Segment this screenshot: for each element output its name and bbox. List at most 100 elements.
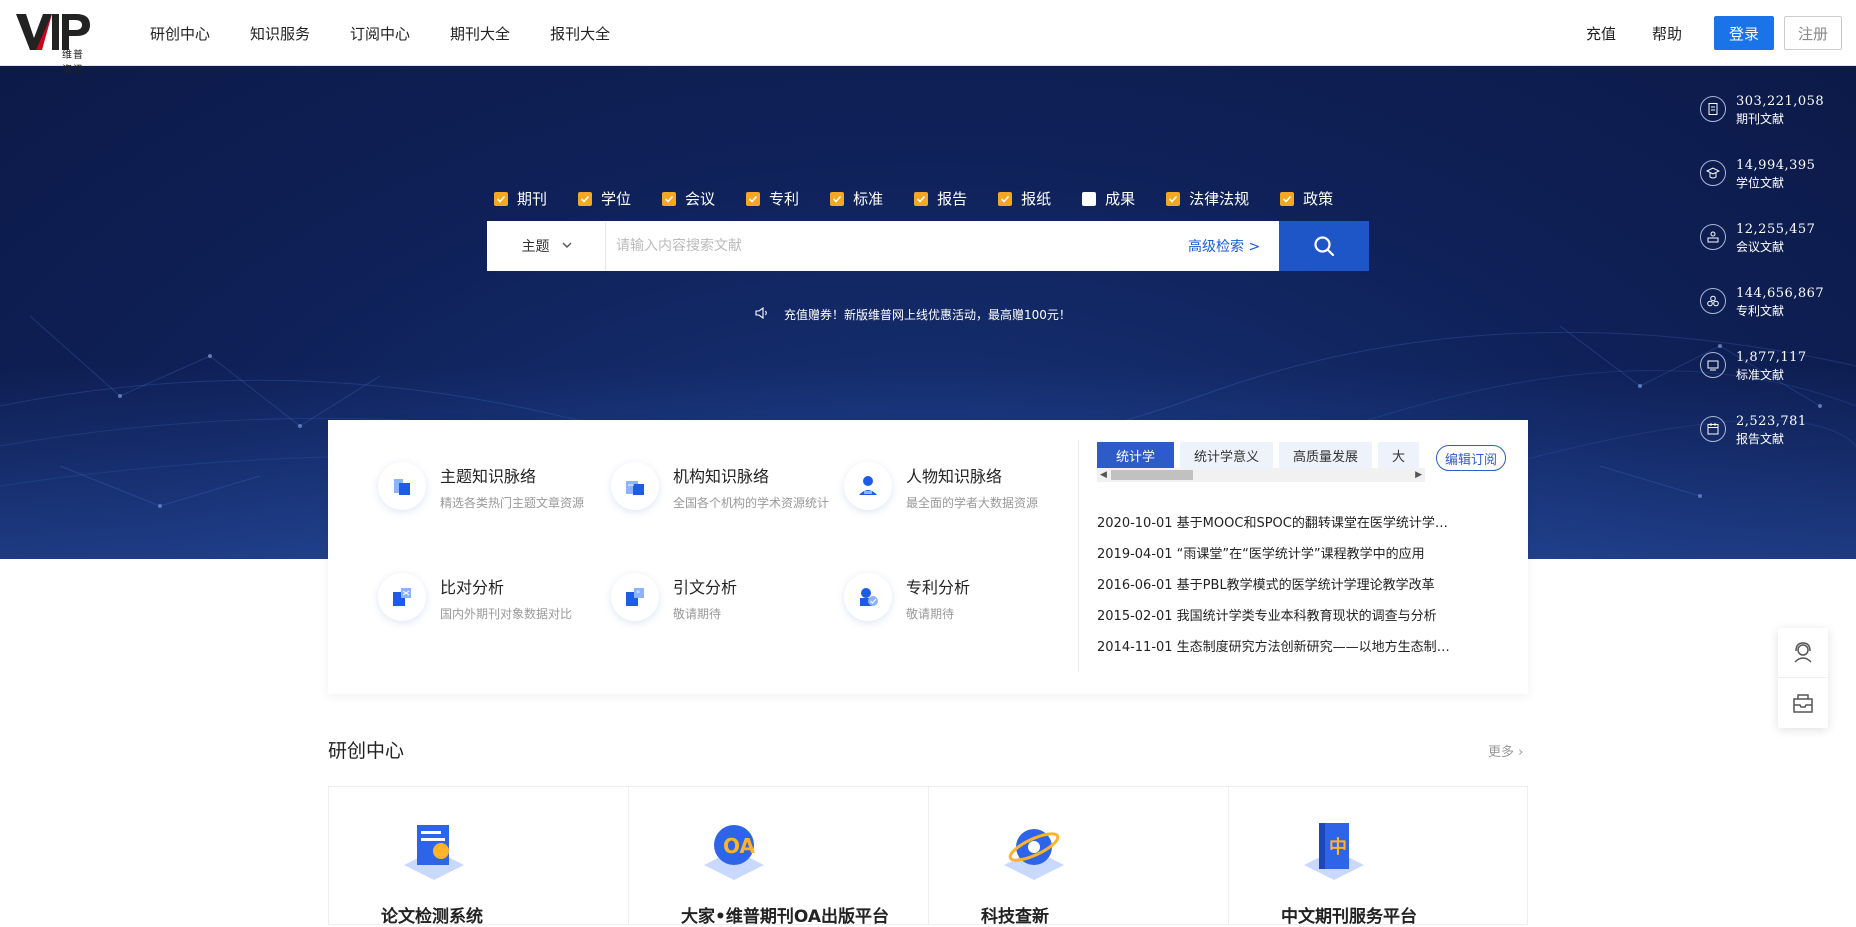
filter-standard[interactable]: 标准: [830, 188, 883, 209]
tool-patent-analysis[interactable]: 专利分析 敬请期待: [844, 573, 1074, 633]
notice-text: 充值赠券！新版维普网上线优惠活动，最高赠100元！: [784, 308, 1071, 322]
search-type-select[interactable]: 主题: [488, 222, 606, 270]
login-button[interactable]: 登录: [1714, 16, 1774, 50]
edit-subscription-button[interactable]: 编辑订阅: [1436, 445, 1506, 471]
card-title: 大家•维普期刊OA出版平台: [681, 907, 890, 927]
chevron-down-icon: [562, 241, 572, 252]
tool-person-map[interactable]: 人物知识脉络 最全面的学者大数据资源: [844, 462, 1074, 522]
customer-service-button[interactable]: [1778, 628, 1828, 678]
globe-search-icon: [1004, 829, 1064, 880]
filter-achievement[interactable]: 成果: [1082, 188, 1135, 209]
stat-conference[interactable]: 12,255,457 会议文献: [1700, 222, 1824, 286]
filter-policy[interactable]: 政策: [1280, 188, 1333, 209]
search-input[interactable]: [616, 234, 1176, 258]
stat-report[interactable]: 2,523,781 报告文献: [1700, 414, 1824, 478]
filter-conference[interactable]: 会议: [662, 188, 715, 209]
tab-statistics[interactable]: 统计学: [1097, 442, 1174, 468]
filter-law[interactable]: 法律法规: [1166, 188, 1249, 209]
stat-degree[interactable]: 14,994,395 学位文献: [1700, 158, 1824, 222]
stat-standard[interactable]: 1,877,117 标准文献: [1700, 350, 1824, 414]
nav-item-subscribe[interactable]: 订阅中心: [350, 23, 410, 44]
feedback-button[interactable]: [1778, 678, 1828, 728]
article-item[interactable]: 2014-11-01 生态制度研究方法创新研究——以地方生态制度为例: [1097, 636, 1457, 667]
article-list: 2020-10-01 基于MOOC和SPOC的翻转课堂在医学统计学中的应用 20…: [1097, 512, 1457, 667]
help-link[interactable]: 帮助: [1652, 23, 1682, 44]
stat-number: 1,877,117: [1736, 350, 1807, 365]
checkbox-checked-icon[interactable]: [662, 191, 677, 206]
stat-label: 学位文献: [1736, 176, 1785, 190]
card-oa-platform[interactable]: OA 大家•维普期刊OA出版平台: [628, 786, 928, 927]
filter-newspaper[interactable]: 报纸: [998, 188, 1051, 209]
card-title: 论文检测系统: [381, 907, 483, 927]
nav-item-knowledge[interactable]: 知识服务: [250, 23, 310, 44]
search-type-value: 主题: [521, 239, 550, 255]
report-icon: [1700, 416, 1726, 442]
filter-patent[interactable]: 专利: [746, 188, 799, 209]
card-title: 中文期刊服务平台: [1281, 907, 1417, 927]
speaker-icon: [754, 306, 770, 323]
stat-number: 12,255,457: [1736, 222, 1816, 237]
stat-patent[interactable]: 144,656,867 专利文献: [1700, 286, 1824, 350]
tab-high-quality-development[interactable]: 高质量发展: [1278, 442, 1372, 468]
patent-analysis-icon: [844, 573, 892, 621]
tool-subtitle: 全国各个机构的学术资源统计: [673, 496, 830, 510]
paper-check-icon: [404, 825, 464, 880]
article-item[interactable]: 2019-04-01 “雨课堂”在“医学统计学”课程教学中的应用: [1097, 543, 1457, 574]
card-journal-service[interactable]: 中 中文期刊服务平台: [1228, 786, 1528, 927]
recharge-link[interactable]: 充值: [1586, 23, 1616, 44]
article-item[interactable]: 2020-10-01 基于MOOC和SPOC的翻转课堂在医学统计学中的应用: [1097, 512, 1457, 543]
article-item[interactable]: 2015-02-01 我国统计学类专业本科教育现状的调查与分析: [1097, 605, 1457, 636]
checkbox-checked-icon[interactable]: [578, 191, 593, 206]
standard-icon: [1700, 352, 1726, 378]
top-bar: 维普资讯 研创中心 知识服务 订阅中心 期刊大全 报刊大全 充值 帮助 登录 注…: [0, 0, 1856, 76]
checkbox-checked-icon[interactable]: [914, 191, 929, 206]
tool-title: 机构知识脉络: [673, 467, 770, 486]
floating-side-bar: [1778, 628, 1828, 728]
tab-more[interactable]: 大: [1377, 442, 1419, 468]
tool-subtitle: 最全面的学者大数据资源: [906, 496, 1039, 510]
main-nav: 研创中心 知识服务 订阅中心 期刊大全 报刊大全: [150, 0, 650, 66]
tabs-scrollbar[interactable]: ◀ ▶: [1097, 468, 1425, 482]
tool-citation[interactable]: " 引文分析 敬请期待: [611, 573, 841, 633]
register-button[interactable]: 注册: [1784, 16, 1842, 50]
nav-item-newspapers[interactable]: 报刊大全: [550, 23, 610, 44]
tool-title: 专利分析: [906, 578, 971, 597]
inbox-icon: [1793, 694, 1813, 713]
subscription-tabs: 统计学 统计学意义 高质量发展 大: [1097, 442, 1425, 468]
vip-logo[interactable]: 维普资讯: [16, 10, 94, 76]
conference-icon: [1700, 224, 1726, 250]
promo-notice[interactable]: 充值赠券！新版维普网上线优惠活动，最高赠100元！: [754, 306, 1071, 323]
tool-title: 主题知识脉络: [440, 467, 537, 486]
checkbox-checked-icon[interactable]: [1166, 191, 1181, 206]
checkbox-checked-icon[interactable]: [494, 191, 508, 206]
tool-title: 引文分析: [673, 578, 738, 597]
tool-comparison[interactable]: 比对分析 国内外期刊对象数据对比: [378, 573, 608, 633]
stat-journal[interactable]: 303,221,058 期刊文献: [1700, 94, 1824, 158]
nav-item-research[interactable]: 研创中心: [150, 23, 210, 44]
filter-journal[interactable]: 期刊: [494, 188, 547, 209]
more-link[interactable]: 更多 ›: [1488, 741, 1523, 760]
card-paper-check[interactable]: 论文检测系统: [328, 786, 628, 927]
checkbox-checked-icon[interactable]: [830, 191, 845, 206]
tab-statistical-significance[interactable]: 统计学意义: [1179, 442, 1273, 468]
tool-topic-map[interactable]: 主题知识脉络 精选各类热门主题文章资源: [378, 462, 608, 522]
checkbox-checked-icon[interactable]: [746, 191, 761, 206]
tool-subtitle: 敬请期待: [906, 607, 955, 621]
scroll-left-icon[interactable]: ◀: [1100, 468, 1107, 482]
degree-icon: [1700, 160, 1726, 186]
knowledge-panel: 主题知识脉络 精选各类热门主题文章资源 机构知识脉络全国各个机构的学术资源统计 人…: [328, 420, 1528, 694]
card-novelty-search[interactable]: 科技查新: [928, 786, 1228, 927]
checkbox-unchecked-icon[interactable]: [1082, 191, 1097, 206]
service-cards: 论文检测系统 OA 大家•维普期刊OA出版平台 科技查新 中 中文期刊服务平台: [328, 786, 1528, 927]
checkbox-checked-icon[interactable]: [1280, 191, 1295, 206]
search-button[interactable]: [1279, 221, 1369, 271]
checkbox-checked-icon[interactable]: [998, 191, 1013, 206]
filter-report[interactable]: 报告: [914, 188, 967, 209]
advanced-search-link[interactable]: 高级检索 >: [1188, 236, 1260, 256]
scroll-right-icon[interactable]: ▶: [1415, 468, 1422, 482]
nav-item-journals[interactable]: 期刊大全: [450, 23, 510, 44]
article-item[interactable]: 2016-06-01 基于PBL教学模式的医学统计学理论教学改革: [1097, 574, 1457, 605]
scroll-thumb[interactable]: [1111, 470, 1193, 480]
tool-institution-map[interactable]: 机构知识脉络全国各个机构的学术资源统计: [611, 462, 841, 522]
filter-degree[interactable]: 学位: [578, 188, 631, 209]
